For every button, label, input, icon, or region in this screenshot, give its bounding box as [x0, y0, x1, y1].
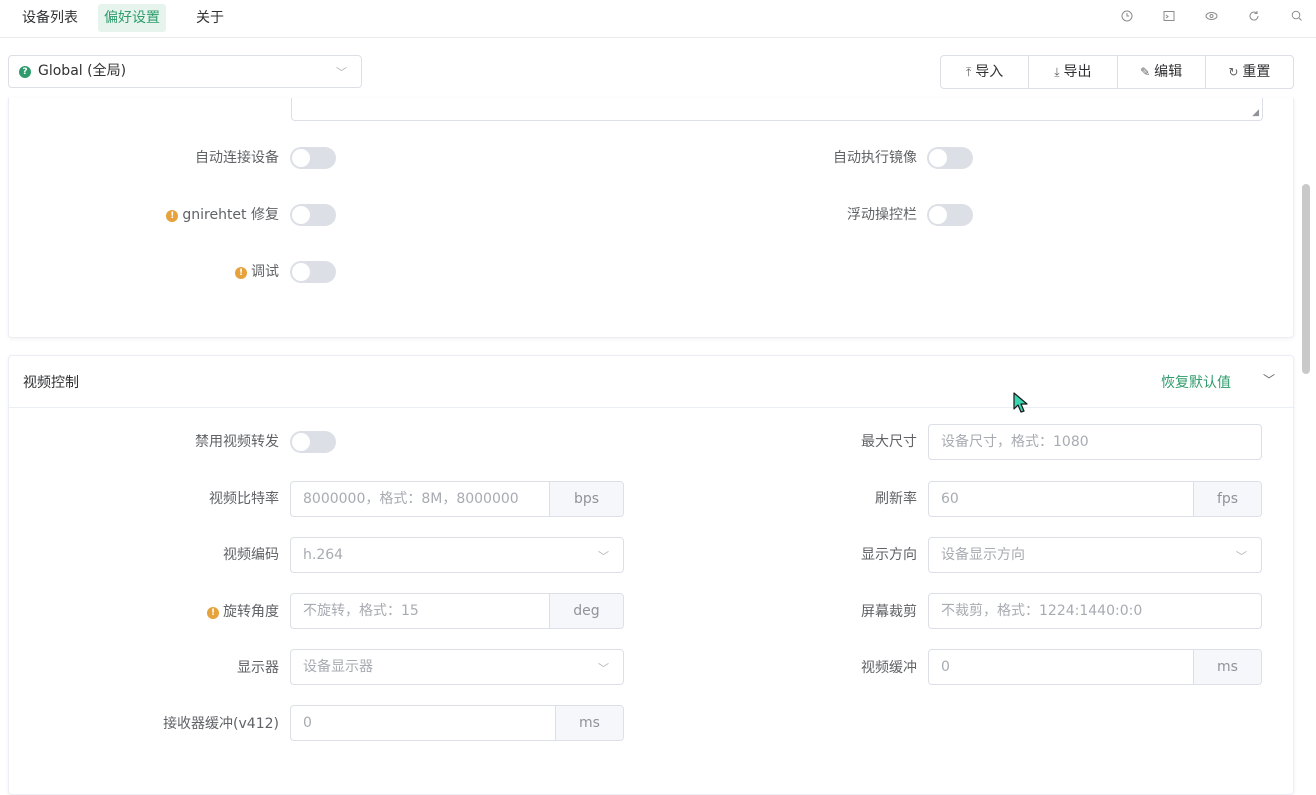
receiver-buffer-placeholder: 0 — [303, 715, 312, 731]
display-placeholder: 设备显示器 — [303, 659, 373, 675]
gnirehtet-fix-label: ! gnirehtet 修复 — [109, 205, 279, 225]
info-icon[interactable]: ! — [207, 607, 219, 619]
auto-mirror-label: 自动执行镜像 — [833, 150, 917, 166]
rotation-unit: deg — [549, 594, 623, 628]
chevron-down-icon: ﹀ — [336, 66, 347, 79]
upload-icon: ⤒ — [965, 65, 972, 79]
eye-icon[interactable] — [1202, 9, 1220, 27]
orientation-placeholder: 设备显示方向 — [941, 547, 1025, 563]
auto-connect-switch[interactable] — [290, 147, 336, 169]
orientation-select[interactable]: 设备显示方向 ﹀ — [928, 537, 1262, 573]
tab-about[interactable]: 关于 — [190, 4, 230, 32]
scope-select[interactable]: ? Global (全局) ﹀ — [8, 55, 362, 88]
disable-video-label: 禁用视频转发 — [195, 434, 279, 450]
fps-placeholder: 60 — [941, 491, 959, 507]
orientation-label: 显示方向 — [861, 547, 917, 563]
auto-connect-label: 自动连接设备 — [195, 150, 279, 166]
card-title: 视频控制 — [23, 375, 79, 391]
rotation-label: ! 旋转角度 — [109, 602, 279, 622]
scrollbar-thumb[interactable] — [1302, 184, 1310, 374]
mouse-cursor-icon — [1013, 392, 1028, 413]
resize-handle-icon: ◢ — [1252, 108, 1259, 118]
video-card-header[interactable]: 视频控制 恢复默认值 ﹀ — [9, 356, 1295, 408]
bitrate-input[interactable]: 8000000，格式：8M，8000000 bps — [290, 481, 624, 517]
rotation-placeholder: 不旋转，格式：15 — [303, 603, 419, 619]
fps-label: 刷新率 — [875, 491, 917, 507]
fps-input[interactable]: 60 fps — [928, 481, 1262, 517]
download-icon: ⤓ — [1054, 65, 1060, 79]
chevron-down-icon[interactable]: ﹀ — [1263, 371, 1275, 388]
search-icon[interactable] — [1288, 9, 1306, 27]
edit-icon: ✎ — [1140, 65, 1151, 79]
video-buffer-label: 视频缓冲 — [861, 660, 917, 676]
textarea-field[interactable]: ◢ — [291, 98, 1263, 121]
reset-icon: ↻ — [1228, 65, 1239, 79]
tab-preferences[interactable]: 偏好设置 — [98, 4, 166, 32]
info-icon[interactable]: ! — [166, 210, 179, 222]
terminal-icon[interactable] — [1160, 9, 1178, 27]
export-label: 导出 — [1063, 64, 1092, 80]
codec-placeholder: h.264 — [303, 547, 344, 563]
crop-input[interactable]: 不裁剪，格式：1224:1440:0:0 — [928, 593, 1262, 629]
video-buffer-unit: ms — [1193, 650, 1261, 684]
tab-device-list[interactable]: 设备列表 — [16, 4, 84, 32]
debug-text: 调试 — [251, 264, 279, 280]
display-label: 显示器 — [237, 660, 279, 676]
floating-bar-switch[interactable] — [927, 204, 973, 226]
bitrate-unit: bps — [549, 482, 623, 516]
import-button[interactable]: ⤒ 导入 — [941, 56, 1030, 88]
edit-button[interactable]: ✎ 编辑 — [1118, 56, 1206, 88]
chevron-down-icon: ﹀ — [1236, 550, 1247, 563]
max-size-label: 最大尺寸 — [861, 434, 917, 450]
crop-label: 屏幕裁剪 — [861, 604, 917, 620]
reset-label: 重置 — [1242, 64, 1271, 80]
receiver-buffer-input[interactable]: 0 ms — [290, 705, 624, 741]
receiver-buffer-unit: ms — [555, 706, 623, 740]
disable-video-switch[interactable] — [290, 431, 336, 453]
auto-mirror-switch[interactable] — [927, 147, 973, 169]
refresh-icon[interactable] — [1245, 9, 1263, 27]
max-size-placeholder: 设备尺寸，格式：1080 — [941, 434, 1089, 450]
crop-placeholder: 不裁剪，格式：1224:1440:0:0 — [941, 603, 1143, 619]
video-control-card: 视频控制 恢复默认值 ﹀ 禁用视频转发 最大尺寸 设备尺寸，格式：1080 视频… — [8, 355, 1295, 795]
help-icon: ? — [19, 66, 31, 78]
rotation-input[interactable]: 不旋转，格式：15 deg — [290, 593, 624, 629]
chevron-down-icon: ﹀ — [598, 662, 609, 675]
top-nav: 设备列表 偏好设置 关于 — [0, 0, 1316, 38]
restore-defaults-link[interactable]: 恢复默认值 — [1161, 372, 1231, 392]
debug-switch[interactable] — [290, 261, 336, 283]
gnirehtet-fix-text: gnirehtet 修复 — [182, 207, 279, 223]
video-buffer-input[interactable]: 0 ms — [928, 649, 1262, 685]
clock-icon[interactable] — [1118, 9, 1136, 27]
general-settings-card: ◢ 自动连接设备 自动执行镜像 ! gnirehtet 修复 浮动操控栏 ! 调试 — [8, 98, 1294, 338]
scope-select-value: Global (全局) — [38, 63, 127, 79]
video-buffer-placeholder: 0 — [941, 659, 950, 675]
reset-button[interactable]: ↻ 重置 — [1206, 56, 1293, 88]
action-button-group: ⤒ 导入 ⤓ 导出 ✎ 编辑 ↻ 重置 — [940, 55, 1294, 89]
bitrate-label: 视频比特率 — [209, 491, 279, 507]
bitrate-placeholder: 8000000，格式：8M，8000000 — [303, 491, 519, 507]
debug-label: ! 调试 — [109, 262, 279, 282]
max-size-input[interactable]: 设备尺寸，格式：1080 — [928, 424, 1262, 460]
codec-select[interactable]: h.264 ﹀ — [290, 537, 624, 573]
fps-unit: fps — [1193, 482, 1261, 516]
receiver-buffer-label: 接收器缓冲(v412) — [163, 716, 279, 732]
gnirehtet-fix-switch[interactable] — [290, 204, 336, 226]
codec-label: 视频编码 — [223, 547, 279, 563]
floating-bar-label: 浮动操控栏 — [847, 207, 917, 223]
chevron-down-icon: ﹀ — [598, 550, 609, 563]
page-scrollbar[interactable] — [1301, 98, 1311, 786]
rotation-text: 旋转角度 — [223, 604, 279, 620]
info-icon[interactable]: ! — [235, 267, 247, 279]
import-label: 导入 — [975, 64, 1004, 80]
export-button[interactable]: ⤓ 导出 — [1029, 56, 1118, 88]
display-select[interactable]: 设备显示器 ﹀ — [290, 649, 624, 685]
edit-label: 编辑 — [1154, 64, 1183, 80]
